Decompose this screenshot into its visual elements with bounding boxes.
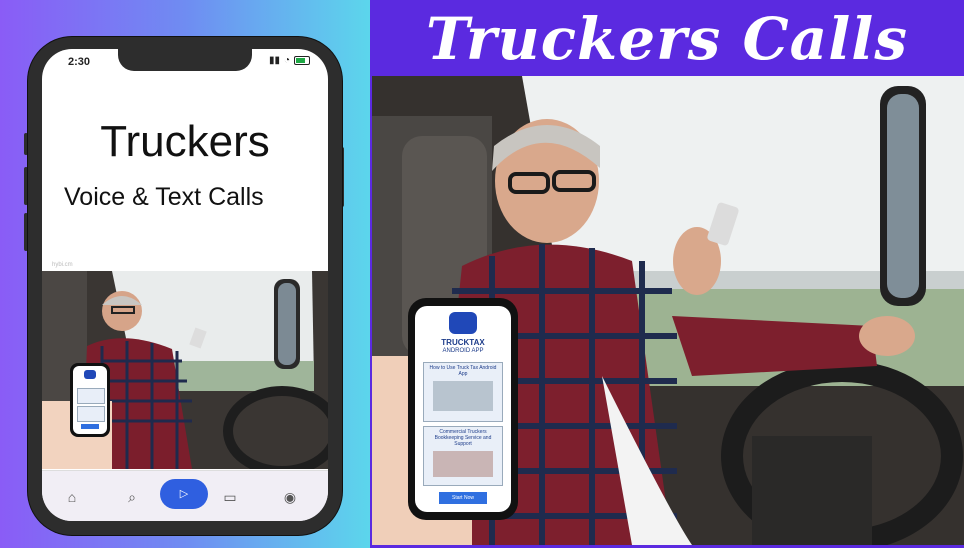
video-icon[interactable]: ▭ [220,487,240,507]
battery-icon [294,56,310,65]
trucker-photo-main: TRUCKTAX ANDROID APP How to Use Truck Ta… [372,76,964,545]
app-card [77,406,105,422]
start-button [81,424,99,429]
app-card-title: Commercial Truckers Bookkeeping Service … [434,429,492,447]
start-button: Start Now [439,492,487,504]
app-card-title: How to Use Truck Tax Android App [429,365,497,377]
app-subtitle: Voice & Text Calls [64,183,264,211]
trucker-photo-thumbnail[interactable] [42,271,328,469]
signal-icon: ▮▮ [268,55,280,66]
phone-frame: 2:30 ▮▮ ◔ Truckers Voice & Text Calls hy… [28,37,342,535]
tiny-label: hybi.cm [52,262,73,268]
handheld-brand: TRUCKTAX [441,338,485,347]
wifi-icon: ◔ [283,55,290,66]
status-icons: ▮▮ ◔ [269,55,310,66]
app-card [77,388,105,404]
left-gradient-panel: 2:30 ▮▮ ◔ Truckers Voice & Text Calls hy… [0,0,370,548]
phone-notch [118,49,252,71]
play-icon[interactable]: ▷ [160,479,208,509]
trucktax-logo-icon [84,370,96,379]
app-card-image [433,451,493,477]
handheld-brand-sub: ANDROID APP [442,348,484,354]
handheld-phone-screen: TRUCKTAX ANDROID APP How to Use Truck Ta… [415,306,511,512]
app-card: Commercial Truckers Bookkeeping Service … [423,426,503,486]
trucktax-logo-icon [449,312,477,334]
app-card: How to Use Truck Tax Android App [423,362,503,422]
bottom-nav-bar: ⌂ ⌕ ▷ ▭ ◉ [42,470,328,521]
handheld-phone-thumbnail [70,363,110,437]
phone-mockup: 2:30 ▮▮ ◔ Truckers Voice & Text Calls hy… [24,37,344,535]
home-icon[interactable]: ⌂ [62,487,82,507]
search-icon[interactable]: ⌕ [122,487,142,507]
banner-headline: Truckers Calls [426,5,908,73]
account-icon[interactable]: ◉ [280,487,300,507]
app-card-image [433,381,493,411]
app-title: Truckers [100,117,270,166]
phone-screen: 2:30 ▮▮ ◔ Truckers Voice & Text Calls hy… [42,49,328,521]
status-time: 2:30 [68,56,91,68]
handheld-phone: TRUCKTAX ANDROID APP How to Use Truck Ta… [408,298,518,520]
right-banner-panel: Truckers Calls TRUCKTAX ANDROID APP How … [370,0,964,548]
